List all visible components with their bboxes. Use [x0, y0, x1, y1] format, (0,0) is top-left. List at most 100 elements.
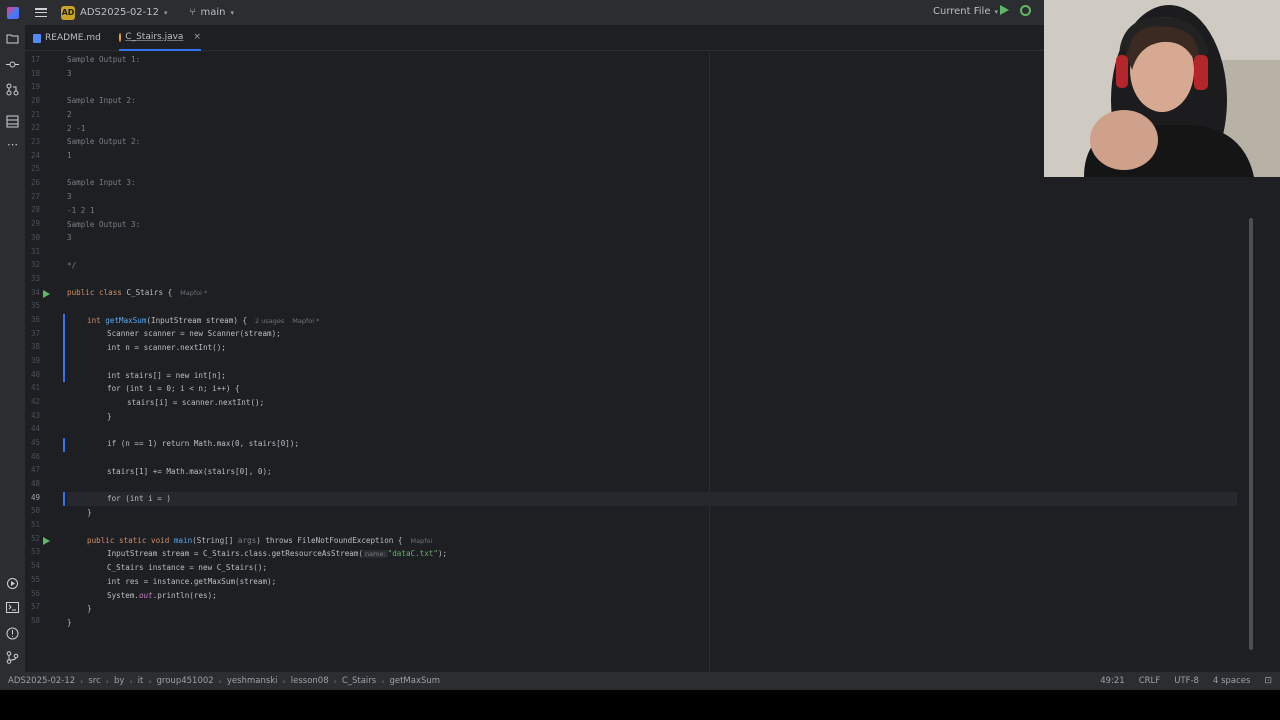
problems-icon[interactable] [6, 627, 19, 640]
usages-hint[interactable]: 2 usages [255, 317, 284, 325]
indent-setting[interactable]: 4 spaces [1213, 676, 1250, 686]
line-number[interactable]: 48 [25, 477, 40, 491]
vcs-change-marker [63, 492, 65, 506]
git-icon[interactable] [6, 651, 19, 664]
tab-readme[interactable]: README.md [33, 25, 101, 51]
lock-icon[interactable]: ⊡ [1264, 676, 1272, 686]
more-tools-icon[interactable]: ⋯ [6, 138, 19, 151]
breadcrumb-item[interactable]: C_Stairs [342, 676, 376, 686]
line-number[interactable]: 42 [25, 395, 40, 409]
code-line: for (int i = 0; i < n; i++) { [107, 384, 240, 393]
breadcrumb-item[interactable]: it [138, 676, 144, 686]
structure-icon[interactable] [6, 115, 19, 128]
tab-c-stairs[interactable]: C_Stairs.java × [119, 25, 201, 51]
line-number[interactable]: 33 [25, 272, 40, 286]
commit-icon[interactable] [6, 58, 19, 71]
close-icon[interactable]: × [193, 32, 201, 42]
line-number[interactable]: 35 [25, 299, 40, 313]
line-number[interactable]: 53 [25, 545, 40, 559]
line-number[interactable]: 58 [25, 614, 40, 628]
line-number[interactable]: 40 [25, 368, 40, 382]
line-number[interactable]: 55 [25, 573, 40, 587]
code-line: int stairs[] = new int[n]; [107, 371, 226, 380]
code-line: Sample Input 3: [67, 178, 136, 187]
line-number[interactable]: 39 [25, 354, 40, 368]
line-number[interactable]: 31 [25, 245, 40, 259]
run-icon[interactable] [1000, 5, 1009, 15]
line-number[interactable]: 54 [25, 559, 40, 573]
terminal-icon[interactable] [6, 602, 19, 615]
line-number[interactable]: 43 [25, 409, 40, 423]
file-encoding[interactable]: UTF-8 [1174, 676, 1199, 686]
line-number[interactable]: 57 [25, 600, 40, 614]
line-number[interactable]: 36 [25, 313, 40, 327]
debug-icon[interactable] [1020, 5, 1031, 16]
line-number[interactable]: 28 [25, 203, 40, 217]
line-number[interactable]: 25 [25, 162, 40, 176]
breadcrumb-item[interactable]: by [114, 676, 124, 686]
project-selector[interactable]: AD ADS2025-02-12 ▾ [61, 5, 168, 20]
main-menu-icon[interactable] [35, 8, 47, 17]
line-number[interactable]: 45 [25, 436, 40, 450]
author-hint[interactable]: Mapfoi [411, 537, 433, 545]
breadcrumb-item[interactable]: yeshmanski [227, 676, 278, 686]
line-number[interactable]: 20 [25, 94, 40, 108]
line-number[interactable]: 23 [25, 135, 40, 149]
code-line: } [87, 508, 92, 517]
code-line: } [67, 618, 72, 627]
line-number[interactable]: 49 [25, 491, 40, 505]
breadcrumb-item[interactable]: group451002 [157, 676, 214, 686]
project-badge: AD [61, 5, 75, 20]
line-number[interactable]: 19 [25, 80, 40, 94]
breadcrumb-item[interactable]: src [88, 676, 100, 686]
breadcrumb-item[interactable]: ADS2025-02-12 [8, 676, 75, 686]
line-number[interactable]: 26 [25, 176, 40, 190]
branch-selector[interactable]: ⑂ main ▾ [190, 7, 235, 18]
line-number[interactable]: 44 [25, 422, 40, 436]
line-number[interactable]: 56 [25, 587, 40, 601]
line-number[interactable]: 50 [25, 504, 40, 518]
java-class-icon [119, 32, 122, 42]
chevron-right-icon: › [218, 676, 222, 686]
line-number[interactable]: 22 [25, 121, 40, 135]
line-ending[interactable]: CRLF [1139, 676, 1160, 686]
code-line: Sample Input 2: [67, 96, 136, 105]
line-number[interactable]: 18 [25, 67, 40, 81]
line-number[interactable]: 21 [25, 108, 40, 122]
code-line: 3 [67, 233, 72, 242]
line-number[interactable]: 27 [25, 190, 40, 204]
run-main-icon[interactable] [43, 537, 50, 545]
author-hint[interactable]: Mapfoi * [292, 317, 319, 325]
pull-requests-icon[interactable] [6, 83, 19, 96]
chevron-right-icon: › [282, 676, 286, 686]
line-number[interactable]: 46 [25, 450, 40, 464]
line-number[interactable]: 41 [25, 381, 40, 395]
line-number[interactable]: 34 [25, 286, 40, 300]
current-code-line[interactable]: for (int i = ) [67, 492, 1237, 506]
line-number[interactable]: 38 [25, 340, 40, 354]
line-number[interactable]: 17 [25, 53, 40, 67]
run-config-selector[interactable]: Current File ▾ [933, 6, 998, 17]
line-number[interactable]: 52 [25, 532, 40, 546]
breadcrumb-item[interactable]: lesson08 [291, 676, 329, 686]
line-number[interactable]: 30 [25, 231, 40, 245]
line-number[interactable]: 37 [25, 327, 40, 341]
code-line: public class C_Stairs {Mapfoi * [67, 288, 208, 297]
code-line: System.out.println(res); [107, 591, 217, 600]
line-number[interactable]: 32 [25, 258, 40, 272]
line-number[interactable]: 29 [25, 217, 40, 231]
chevron-right-icon: › [80, 676, 84, 686]
project-folder-icon[interactable] [6, 33, 19, 46]
code-line: public static void main(String[] args) t… [87, 536, 433, 545]
run-class-icon[interactable] [43, 290, 50, 298]
author-hint[interactable]: Mapfoi * [180, 289, 207, 297]
caret-position[interactable]: 49:21 [1100, 676, 1125, 686]
line-number[interactable]: 24 [25, 149, 40, 163]
line-number[interactable]: 51 [25, 518, 40, 532]
editor-scrollbar[interactable] [1249, 218, 1253, 650]
breadcrumb-item[interactable]: getMaxSum [389, 676, 440, 686]
services-icon[interactable] [6, 577, 19, 590]
project-name: ADS2025-02-12 [80, 7, 160, 18]
line-number[interactable]: 47 [25, 463, 40, 477]
code-line: stairs[1] += Math.max(stairs[0], 0); [107, 467, 272, 476]
